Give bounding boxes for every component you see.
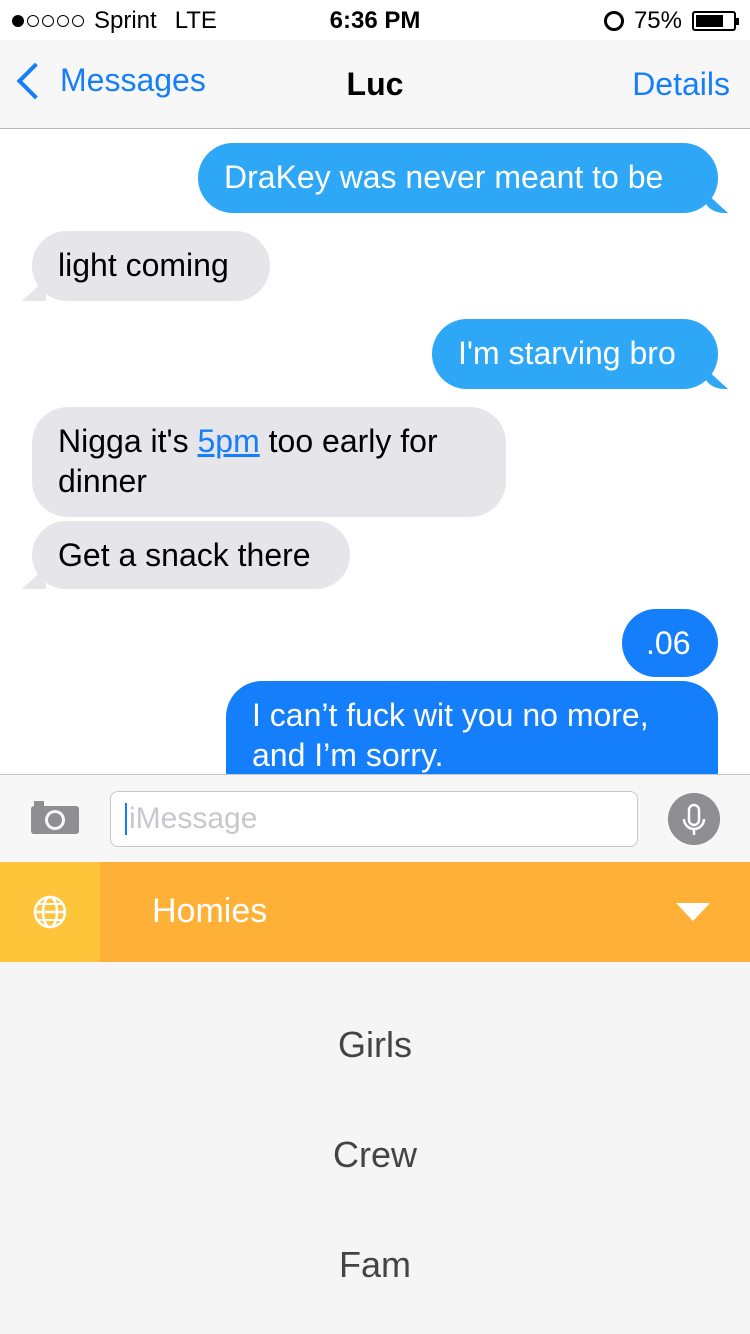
message-text: too early for bbox=[259, 423, 438, 459]
group-selector-bar[interactable]: Homies bbox=[0, 862, 750, 962]
battery-percent: 75% bbox=[633, 7, 682, 34]
selected-group-label: Homies bbox=[152, 892, 268, 930]
message-text: Nigga it's bbox=[58, 423, 198, 459]
message-thread[interactable]: DraKey was never meant to be light comin… bbox=[0, 129, 750, 774]
globe-button[interactable] bbox=[0, 862, 100, 962]
alarm-icon bbox=[603, 11, 624, 31]
group-option-fam[interactable]: Fam bbox=[0, 1244, 750, 1286]
group-options-list: Girls Crew Fam bbox=[0, 962, 750, 1334]
message-text: I can’t fuck wit you no more, bbox=[252, 697, 649, 733]
message-text: I'm starving bro bbox=[458, 335, 676, 371]
message-input-placeholder: iMessage bbox=[129, 802, 258, 835]
message-text: DraKey was never meant to be bbox=[224, 159, 664, 195]
message-bubble-received: light coming bbox=[32, 231, 270, 301]
message-bubble-sent: .06 bbox=[622, 609, 718, 677]
message-text: Get a snack there bbox=[58, 537, 311, 573]
message-text: dinner bbox=[58, 463, 147, 499]
group-option-crew[interactable]: Crew bbox=[0, 1134, 750, 1176]
navigation-bar: Messages Luc Details bbox=[0, 40, 750, 129]
globe-icon bbox=[33, 895, 67, 929]
dropdown-arrow-icon[interactable] bbox=[676, 903, 710, 921]
message-input-bar: iMessage bbox=[0, 774, 750, 863]
message-text: light coming bbox=[58, 247, 229, 283]
text-caret bbox=[125, 803, 127, 835]
time-link[interactable]: 5pm bbox=[198, 423, 260, 459]
microphone-icon[interactable] bbox=[668, 793, 720, 845]
message-text: and I’m sorry. bbox=[252, 737, 444, 773]
message-bubble-sent: I'm starving bro bbox=[432, 319, 718, 389]
battery-icon bbox=[692, 11, 739, 31]
details-button[interactable]: Details bbox=[632, 66, 730, 103]
status-right: 75% bbox=[603, 7, 739, 35]
group-option-girls[interactable]: Girls bbox=[0, 1024, 750, 1066]
message-bubble-received: Nigga it's 5pm too early for dinner bbox=[32, 407, 506, 517]
message-bubble-sent: I can’t fuck wit you no more, and I’m so… bbox=[226, 681, 718, 774]
message-text: .06 bbox=[646, 625, 691, 661]
message-input[interactable]: iMessage bbox=[110, 791, 638, 847]
message-bubble-received: Get a snack there bbox=[32, 521, 350, 589]
status-bar: Sprint LTE 6:36 PM 75% bbox=[0, 0, 750, 40]
camera-icon[interactable] bbox=[30, 799, 80, 835]
message-bubble-sent: DraKey was never meant to be bbox=[198, 143, 718, 213]
